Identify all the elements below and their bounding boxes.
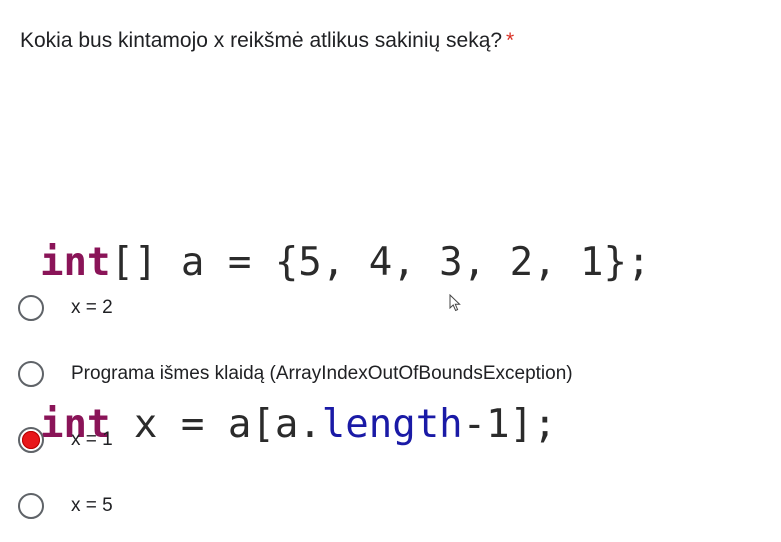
option-x-equals-1[interactable]: x = 1 (18, 407, 573, 473)
option-x-equals-5[interactable]: x = 5 (18, 473, 573, 539)
required-asterisk: * (506, 29, 515, 52)
question-text: Kokia bus kintamojo x reikšmė atlikus sa… (20, 29, 503, 52)
option-label: x = 5 (71, 495, 113, 516)
option-x-equals-2[interactable]: x = 2 (18, 275, 573, 341)
option-label: x = 2 (71, 297, 113, 318)
mouse-pointer-icon (449, 294, 461, 312)
option-program-error[interactable]: Programa išmes klaidą (ArrayIndexOutOfBo… (18, 341, 573, 407)
radio-button-icon[interactable] (18, 361, 44, 387)
quiz-question-card: Kokia bus kintamojo x reikšmė atlikus sa… (0, 0, 781, 542)
radio-button-icon[interactable] (18, 493, 44, 519)
option-label: x = 1 (71, 429, 113, 450)
radio-button-selected-icon[interactable] (18, 427, 44, 453)
question-title: Kokia bus kintamojo x reikšmė atlikus sa… (20, 27, 514, 55)
radio-selected-dot (22, 431, 40, 449)
radio-button-icon[interactable] (18, 295, 44, 321)
answer-options: x = 2 Programa išmes klaidą (ArrayIndexO… (18, 275, 573, 539)
option-label: Programa išmes klaidą (ArrayIndexOutOfBo… (71, 363, 573, 384)
